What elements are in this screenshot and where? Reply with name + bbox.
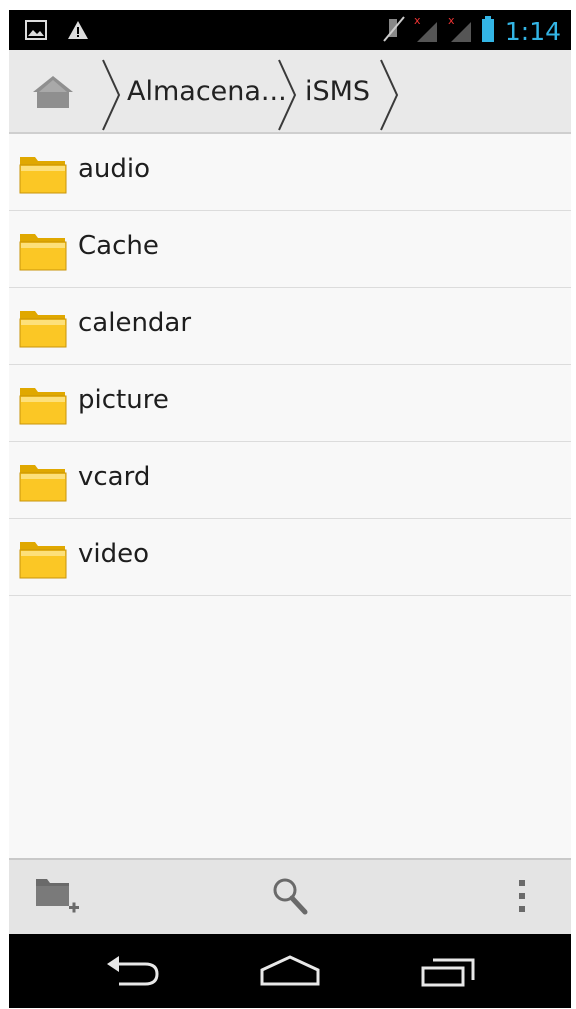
folder-icon	[19, 537, 67, 579]
home-icon[interactable]	[259, 954, 321, 992]
breadcrumb: Almacena... iSMS	[9, 50, 571, 134]
new-folder-icon[interactable]	[35, 876, 81, 922]
signal-no-service-icon: x	[413, 14, 441, 48]
svg-text:x: x	[414, 14, 421, 27]
recents-icon[interactable]	[419, 954, 477, 992]
file-name: Cache	[78, 231, 159, 261]
breadcrumb-item-storage[interactable]: Almacena...	[127, 76, 287, 107]
folder-icon	[19, 306, 67, 348]
list-item[interactable]: audio	[9, 134, 571, 211]
folder-icon	[19, 460, 67, 502]
file-name: vcard	[78, 462, 151, 492]
breadcrumb-item-isms[interactable]: iSMS	[305, 76, 370, 107]
file-name: audio	[78, 154, 151, 184]
folder-icon	[19, 383, 67, 425]
status-bar: x x 1:14	[9, 10, 571, 50]
folder-icon	[19, 229, 67, 271]
screen: x x 1:14 Almacena... iSMS audio Cache ca…	[9, 10, 571, 1008]
search-icon[interactable]	[271, 876, 309, 920]
mute-icon	[381, 15, 407, 47]
list-item[interactable]: calendar	[9, 288, 571, 365]
svg-text:x: x	[448, 14, 455, 27]
navigation-bar	[9, 934, 571, 1008]
action-bar	[9, 858, 571, 936]
file-name: video	[78, 539, 150, 569]
list-item[interactable]: picture	[9, 365, 571, 442]
home-icon[interactable]	[29, 74, 77, 110]
battery-icon	[481, 15, 495, 47]
image-notification-icon	[25, 20, 47, 44]
folder-icon	[19, 152, 67, 194]
breadcrumb-separator-icon	[278, 59, 297, 131]
status-time: 1:14	[504, 16, 561, 46]
overflow-menu-icon[interactable]	[515, 876, 529, 920]
warning-icon	[67, 20, 89, 44]
list-item[interactable]: video	[9, 519, 571, 596]
list-item[interactable]: vcard	[9, 442, 571, 519]
file-name: picture	[78, 385, 169, 415]
file-name: calendar	[78, 308, 192, 338]
back-icon[interactable]	[105, 954, 161, 992]
list-item[interactable]: Cache	[9, 211, 571, 288]
breadcrumb-separator-icon	[380, 59, 399, 131]
file-list: audio Cache calendar picture vcard video	[9, 134, 571, 596]
breadcrumb-separator-icon	[102, 59, 121, 131]
signal-no-service-icon: x	[447, 14, 475, 48]
